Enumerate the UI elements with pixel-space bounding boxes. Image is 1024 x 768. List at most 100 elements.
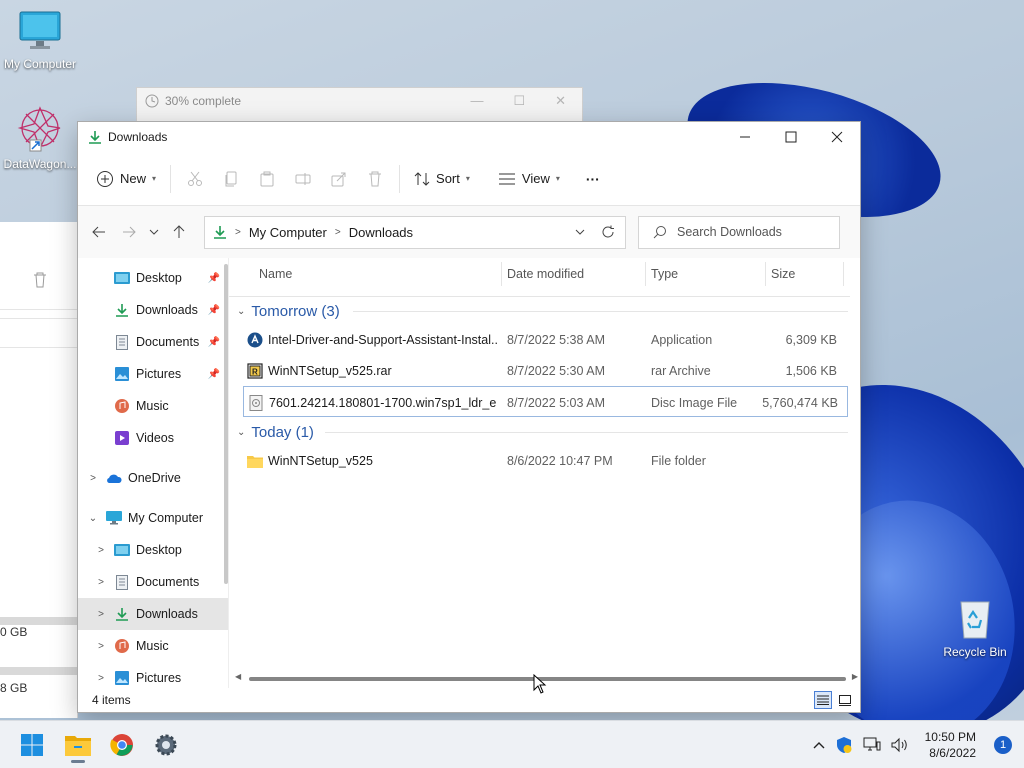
scroll-right-icon[interactable]: ▶ [852,672,858,681]
column-header-type[interactable]: Type [651,258,678,290]
pin-icon: 📌 [207,272,220,284]
desktop-icon [114,272,130,284]
plus-circle-icon [97,170,113,187]
sidebar-item-my-computer[interactable]: ⌄ My Computer [78,502,228,534]
column-divider[interactable] [765,262,766,286]
recycle-bin-icon [960,601,990,639]
file-row[interactable]: WinNTSetup_v525 8/6/2022 10:47 PM File f… [229,445,860,476]
sort-button[interactable]: Sort ▾ [406,165,478,193]
sidebar-item-pc-documents[interactable]: > Documents [78,566,228,598]
recent-locations-button[interactable] [144,217,164,247]
chevron-right-icon[interactable]: > [96,641,106,652]
svg-text:R: R [252,367,258,376]
sidebar-item-label: Videos [136,431,174,445]
copy-button[interactable] [213,163,249,195]
rar-icon: R [247,362,263,379]
notification-badge[interactable]: 1 [994,735,1012,754]
tiles-view-button[interactable] [836,691,854,709]
chevron-right-icon[interactable]: > [96,577,106,588]
breadcrumb-downloads[interactable]: Downloads [349,225,413,240]
delete-icon [369,171,382,186]
desktop-icon-my-computer[interactable]: My Computer [0,10,80,71]
title-bar[interactable]: Downloads [78,122,860,152]
close-button[interactable] [814,122,860,152]
details-view-button[interactable] [814,691,832,709]
background-window-drive-bar [0,667,78,675]
clock[interactable]: 10:50 PM 8/6/2022 [925,729,976,761]
column-header-size[interactable]: Size [771,258,795,290]
sidebar-item-music[interactable]: Music [78,390,228,422]
sidebar-item-pictures[interactable]: Pictures 📌 [78,358,228,390]
sidebar-item-label: Desktop [136,271,182,285]
taskbar-chrome[interactable] [102,725,142,765]
start-button[interactable] [12,725,52,765]
back-button[interactable] [84,217,114,247]
forward-arrow-icon [123,226,136,238]
column-divider[interactable] [843,262,844,286]
cut-button[interactable] [177,163,213,195]
group-header-tomorrow[interactable]: ⌄ Tomorrow (3) [229,298,860,324]
sidebar-item-downloads[interactable]: Downloads 📌 [78,294,228,326]
sidebar-item-desktop[interactable]: Desktop 📌 [78,262,228,294]
minimize-icon[interactable]: — [470,93,483,109]
forward-button[interactable] [114,217,144,247]
search-input[interactable]: Search Downloads [638,215,840,249]
column-divider[interactable] [645,262,646,286]
chevron-up-icon[interactable] [813,741,825,749]
security-shield-icon[interactable] [835,736,853,754]
desktop-icon [114,544,130,556]
chevron-right-icon[interactable]: > [88,473,98,484]
close-icon[interactable]: ✕ [555,93,566,109]
chevron-down-icon[interactable]: ⌄ [88,513,98,524]
sidebar-item-videos[interactable]: Videos [78,422,228,454]
sidebar-item-pc-desktop[interactable]: > Desktop [78,534,228,566]
chevron-right-icon[interactable]: > [96,545,106,556]
column-header-date[interactable]: Date modified [507,258,584,290]
desktop-icon-datawagon[interactable]: DataWagon... [0,104,80,171]
scrollbar-thumb[interactable] [249,677,846,681]
network-icon[interactable] [863,737,881,753]
background-window-drive-bar [0,617,78,625]
new-button[interactable]: New ▾ [88,164,164,194]
address-bar[interactable]: > My Computer > Downloads [204,215,626,249]
divider [229,296,850,297]
chevron-right-icon[interactable]: > [96,609,106,620]
up-button[interactable] [164,217,194,247]
chevron-right-icon: > [334,226,341,238]
sidebar-item-pc-music[interactable]: > Music [78,630,228,662]
volume-icon[interactable] [891,737,909,753]
address-history-chevron-icon[interactable] [575,229,585,235]
view-button[interactable]: View ▾ [490,165,568,192]
scroll-left-icon[interactable]: ◀ [235,672,241,681]
share-button[interactable] [321,163,357,195]
group-header-today[interactable]: ⌄ Today (1) [229,419,860,445]
new-label: New [120,171,147,186]
refresh-icon[interactable] [601,225,615,239]
file-row-focused[interactable]: 7601.24214.180801-1700.win7sp1_ldr_escr.… [243,386,848,417]
sidebar-item-documents[interactable]: Documents 📌 [78,326,228,358]
maximize-button[interactable] [768,122,814,152]
maximize-icon[interactable]: ☐ [513,93,525,109]
sidebar-item-onedrive[interactable]: > OneDrive [78,462,228,494]
taskbar-file-explorer[interactable] [58,725,98,765]
more-options-button[interactable]: ··· [578,165,608,193]
back-arrow-icon [92,226,105,238]
divider [325,432,848,433]
rename-button[interactable] [285,163,321,195]
column-header-name[interactable]: Name [259,258,292,290]
minimize-button[interactable] [722,122,768,152]
column-divider[interactable] [501,262,502,286]
desktop-icon-recycle-bin[interactable]: Recycle Bin [935,598,1015,659]
file-row[interactable]: R WinNTSetup_v525.rar 8/7/2022 5:30 AM r… [229,355,860,386]
sidebar-item-label: Documents [136,575,200,589]
breadcrumb-my-computer[interactable]: My Computer [249,225,327,240]
taskbar-settings[interactable] [146,725,186,765]
chevron-right-icon[interactable]: > [96,673,106,684]
file-row[interactable]: Intel-Driver-and-Support-Assistant-Insta… [229,324,860,355]
sidebar-item-pc-downloads[interactable]: > Downloads [78,598,228,630]
sidebar-item-label: Documents [136,335,200,349]
chevron-down-icon: ▾ [465,174,470,183]
delete-button[interactable] [357,163,393,195]
sidebar-item-label: Downloads [136,607,198,621]
paste-button[interactable] [249,163,285,195]
